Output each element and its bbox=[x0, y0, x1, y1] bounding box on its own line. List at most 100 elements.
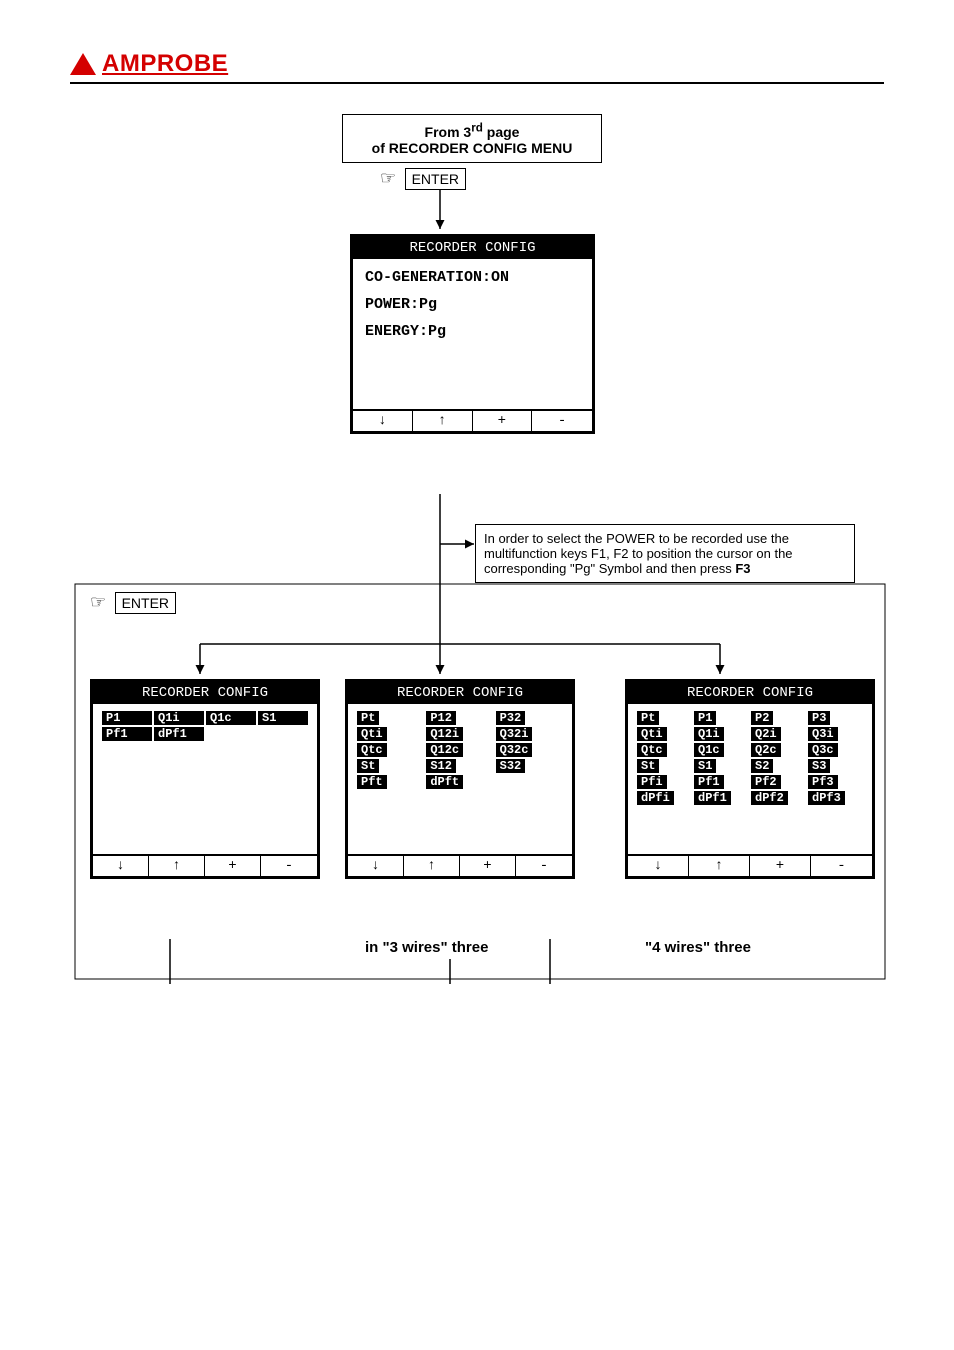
screen-single-phase: RECORDER CONFIG P1 Q1i Q1c S1 Pf1 dPf1 ↓… bbox=[90, 679, 320, 879]
hint-text2: of RECORDER CONFIG MENU bbox=[372, 140, 573, 156]
enter-row-side: ☞ ENTER bbox=[90, 592, 176, 614]
screen-title: RECORDER CONFIG bbox=[348, 682, 572, 704]
note-text: In order to select the POWER to be recor… bbox=[484, 531, 789, 546]
param[interactable]: dPfi bbox=[637, 791, 674, 805]
param[interactable]: P1 bbox=[694, 711, 716, 725]
param[interactable]: P12 bbox=[426, 711, 456, 725]
hint-sup: rd bbox=[471, 121, 483, 134]
param[interactable]: dPft bbox=[426, 775, 463, 789]
f2-key[interactable]: ↑ bbox=[413, 411, 473, 431]
hand-icon: ☞ bbox=[380, 168, 396, 188]
cfg-line: ENERGY:Pg bbox=[365, 323, 580, 340]
param[interactable]: Pt bbox=[357, 711, 379, 725]
param[interactable]: Pf3 bbox=[808, 775, 838, 789]
hint-textb: page bbox=[483, 124, 520, 140]
brand-name: AMPROBE bbox=[102, 50, 228, 78]
param[interactable]: S32 bbox=[496, 759, 526, 773]
param[interactable]: Q1i bbox=[154, 711, 204, 725]
param[interactable]: Pfi bbox=[637, 775, 667, 789]
param[interactable]: P2 bbox=[751, 711, 773, 725]
cfg-line: CO-GENERATION:ON bbox=[365, 269, 580, 286]
flow-diagram: From 3rd page of RECORDER CONFIG MENU ☞ … bbox=[70, 114, 884, 1214]
param[interactable]: dPf1 bbox=[694, 791, 731, 805]
caption-4wires: "4 wires" three bbox=[645, 939, 751, 956]
param[interactable]: dPf2 bbox=[751, 791, 788, 805]
f4-key[interactable]: - bbox=[811, 856, 872, 876]
note-text: corresponding "Pg" Symbol and then press bbox=[484, 561, 735, 576]
note-text: multifunction keys F1, F2 to position th… bbox=[484, 546, 793, 561]
param[interactable]: P1 bbox=[102, 711, 152, 725]
f4-key[interactable]: - bbox=[532, 411, 592, 431]
param[interactable]: S3 bbox=[808, 759, 830, 773]
f1-key[interactable]: ↓ bbox=[353, 411, 413, 431]
param[interactable]: Q32c bbox=[496, 743, 533, 757]
cfg-line: POWER:Pg bbox=[365, 296, 580, 313]
screen-body: P1 Q1i Q1c S1 Pf1 dPf1 bbox=[93, 704, 317, 854]
hand-icon: ☞ bbox=[90, 592, 106, 612]
screen-title: RECORDER CONFIG bbox=[353, 237, 592, 259]
f2-key[interactable]: ↑ bbox=[149, 856, 205, 876]
enter-row-top: ☞ ENTER bbox=[380, 168, 466, 190]
param[interactable]: St bbox=[357, 759, 379, 773]
brand-header: AMPROBE bbox=[70, 50, 884, 84]
hint-text: From 3 bbox=[425, 124, 472, 140]
param[interactable]: S2 bbox=[751, 759, 773, 773]
f4-key[interactable]: - bbox=[516, 856, 572, 876]
param[interactable]: Q12c bbox=[426, 743, 463, 757]
param[interactable]: S1 bbox=[258, 711, 308, 725]
fnkeys: ↓ ↑ + - bbox=[348, 854, 572, 876]
fnkeys: ↓ ↑ + - bbox=[93, 854, 317, 876]
f3-key[interactable]: + bbox=[473, 411, 533, 431]
screen-body: Pt Qti Qtc St Pfi dPfi P1 Q1i Q1c S1 Pf1… bbox=[628, 704, 872, 854]
param[interactable]: P32 bbox=[496, 711, 526, 725]
f1-key[interactable]: ↓ bbox=[348, 856, 404, 876]
param[interactable]: Q3i bbox=[808, 727, 838, 741]
param[interactable]: S1 bbox=[694, 759, 716, 773]
param[interactable]: Pf1 bbox=[694, 775, 724, 789]
main-screen: RECORDER CONFIG CO-GENERATION:ON POWER:P… bbox=[350, 234, 595, 434]
param[interactable]: St bbox=[637, 759, 659, 773]
param[interactable]: S12 bbox=[426, 759, 456, 773]
param[interactable]: Q1c bbox=[694, 743, 724, 757]
note-bold: F3 bbox=[735, 561, 750, 576]
param[interactable]: Q3c bbox=[808, 743, 838, 757]
fnkeys: ↓ ↑ + - bbox=[353, 409, 592, 431]
f3-key[interactable]: + bbox=[460, 856, 516, 876]
param[interactable]: Q2c bbox=[751, 743, 781, 757]
f2-key[interactable]: ↑ bbox=[404, 856, 460, 876]
param[interactable]: Q1i bbox=[694, 727, 724, 741]
param[interactable]: Pft bbox=[357, 775, 387, 789]
param[interactable]: Pf1 bbox=[102, 727, 152, 741]
param[interactable]: dPf3 bbox=[808, 791, 845, 805]
screen-title: RECORDER CONFIG bbox=[93, 682, 317, 704]
screen-title: RECORDER CONFIG bbox=[628, 682, 872, 704]
f2-key[interactable]: ↑ bbox=[689, 856, 750, 876]
enter-key[interactable]: ENTER bbox=[405, 168, 466, 190]
param[interactable]: Qti bbox=[357, 727, 387, 741]
param[interactable]: Pt bbox=[637, 711, 659, 725]
param[interactable]: Qtc bbox=[357, 743, 387, 757]
screen-4wires: RECORDER CONFIG Pt Qti Qtc St Pfi dPfi P… bbox=[625, 679, 875, 879]
fnkeys: ↓ ↑ + - bbox=[628, 854, 872, 876]
param[interactable]: Qti bbox=[637, 727, 667, 741]
param[interactable]: dPf1 bbox=[154, 727, 204, 741]
f1-key[interactable]: ↓ bbox=[93, 856, 149, 876]
param[interactable]: P3 bbox=[808, 711, 830, 725]
param[interactable]: Q12i bbox=[426, 727, 463, 741]
param[interactable]: Q1c bbox=[206, 711, 256, 725]
instruction-note: In order to select the POWER to be recor… bbox=[475, 524, 855, 583]
param[interactable]: Q32i bbox=[496, 727, 533, 741]
screen-body: CO-GENERATION:ON POWER:Pg ENERGY:Pg bbox=[353, 259, 592, 409]
f3-key[interactable]: + bbox=[205, 856, 261, 876]
f3-key[interactable]: + bbox=[750, 856, 811, 876]
caption-3wires: in "3 wires" three bbox=[365, 939, 488, 956]
screen-3wires: RECORDER CONFIG Pt Qti Qtc St Pft P12 Q1… bbox=[345, 679, 575, 879]
enter-key[interactable]: ENTER bbox=[115, 592, 176, 614]
param[interactable]: Qtc bbox=[637, 743, 667, 757]
screen-body: Pt Qti Qtc St Pft P12 Q12i Q12c S12 dPft… bbox=[348, 704, 572, 854]
top-hint-box: From 3rd page of RECORDER CONFIG MENU bbox=[342, 114, 602, 163]
f1-key[interactable]: ↓ bbox=[628, 856, 689, 876]
f4-key[interactable]: - bbox=[261, 856, 317, 876]
param[interactable]: Q2i bbox=[751, 727, 781, 741]
param[interactable]: Pf2 bbox=[751, 775, 781, 789]
